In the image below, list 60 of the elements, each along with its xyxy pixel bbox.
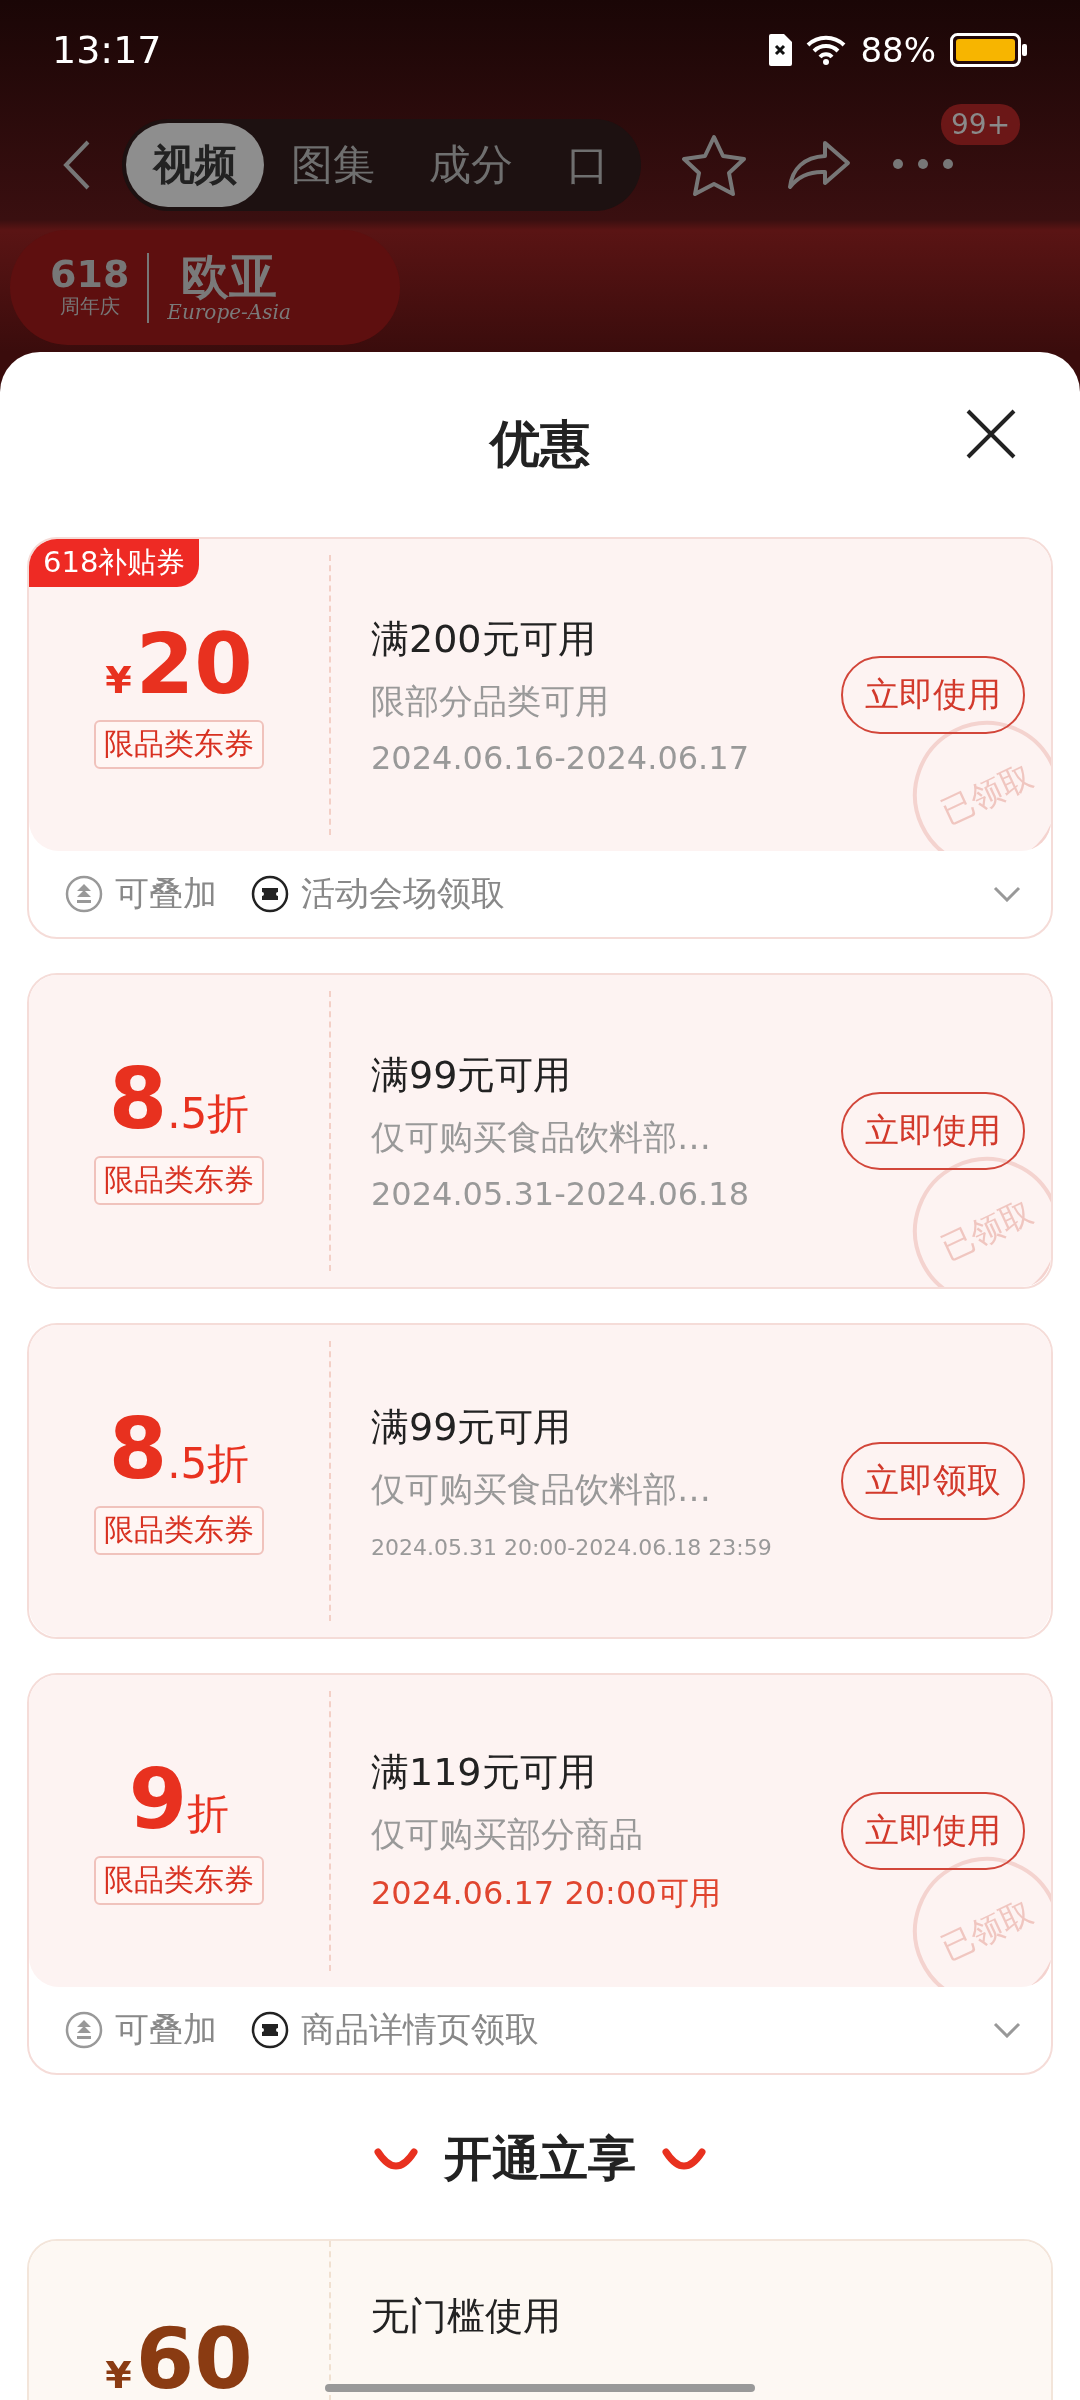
coupon-feature: 商品详情页领取 xyxy=(301,2008,539,2051)
battery-icon xyxy=(950,33,1028,67)
coupon-date: 2024.05.31-2024.06.18 xyxy=(371,1174,750,1213)
coupon-feature: 可叠加 xyxy=(115,872,217,915)
coupon-description: 仅可购买部分商品 xyxy=(371,1812,644,1856)
stack-icon xyxy=(65,2011,103,2049)
share-icon[interactable] xyxy=(787,140,851,190)
coupon-title: 满119元可用 xyxy=(371,1748,597,1796)
coupon-feature: 可叠加 xyxy=(115,2008,217,2051)
coupon-button[interactable]: 立即使用 xyxy=(841,656,1025,734)
coupon-button[interactable]: 立即领取 xyxy=(841,1442,1025,1520)
coupon-tag: 限品类东券 xyxy=(94,1506,264,1555)
coupon-feature: 活动会场领取 xyxy=(301,872,505,915)
coupon-title: 无门槛使用 xyxy=(371,2293,562,2340)
notification-badge: 99+ xyxy=(941,103,1021,145)
tab[interactable]: 图集 xyxy=(264,123,402,207)
coupon-date: 2024.06.17 20:00可用 xyxy=(371,1872,722,1914)
logo-number: 618 xyxy=(50,255,130,293)
logo-name: 欧亚 xyxy=(181,251,278,300)
smile-icon xyxy=(374,2148,418,2170)
wifi-icon xyxy=(806,35,847,65)
coupon-value: 9折 xyxy=(128,1757,230,1842)
coupon-button[interactable]: 立即使用 xyxy=(841,1792,1025,1870)
coupon-value: ¥60 xyxy=(105,2317,253,2400)
back-icon[interactable] xyxy=(62,139,92,191)
coupon-title: 满99元可用 xyxy=(371,1051,573,1099)
chevron-down-icon[interactable] xyxy=(993,2022,1021,2038)
more-icon[interactable] xyxy=(891,156,955,171)
coupon-description: 仅可购买食品饮料部… xyxy=(371,1115,712,1159)
ticket-icon xyxy=(251,875,289,913)
tab[interactable]: 视频 xyxy=(126,123,264,207)
coupon-value: ¥20 xyxy=(105,621,253,706)
coupon-button[interactable]: 立即使用 xyxy=(841,1092,1025,1170)
stack-icon xyxy=(65,875,103,913)
star-icon[interactable] xyxy=(681,134,747,196)
sheet-title: 优惠 xyxy=(490,414,590,475)
section-title: 开通立享 xyxy=(444,2129,636,2188)
coupon-title: 满200元可用 xyxy=(371,615,597,663)
coupon-title: 满99元可用 xyxy=(371,1404,573,1451)
coupon-description: 仅可购买食品饮料部… xyxy=(371,1468,712,1511)
tab[interactable]: 口 xyxy=(540,123,636,207)
coupon-tag: 限品类东券 xyxy=(94,1856,264,1905)
logo-latin: Europe-Asia xyxy=(167,299,291,324)
tab[interactable]: 成分 xyxy=(402,123,540,207)
coupon-date: 2024.05.31 20:00-2024.06.18 23:59 xyxy=(371,1535,773,1560)
sim-icon xyxy=(768,34,793,66)
smile-icon xyxy=(662,2148,706,2170)
coupon-tag: 限品类东券 xyxy=(94,719,264,769)
battery-percent: 88% xyxy=(860,30,936,70)
ticket-icon xyxy=(251,2011,289,2049)
coupon-tag: 限品类东券 xyxy=(94,1156,264,1205)
coupon-badge: 618补贴券 xyxy=(29,539,200,587)
close-icon[interactable] xyxy=(965,408,1017,460)
coupon-description: 限部分品类可用 xyxy=(371,679,610,723)
coupon-date: 2024.06.16-2024.06.17 xyxy=(371,738,750,777)
status-time: 13:17 xyxy=(52,28,162,72)
coupon-value: 8.5折 xyxy=(108,1407,250,1492)
logo-caption: 周年庆 xyxy=(59,293,120,320)
coupon-value: 8.5折 xyxy=(108,1057,250,1142)
chevron-down-icon[interactable] xyxy=(993,886,1021,902)
